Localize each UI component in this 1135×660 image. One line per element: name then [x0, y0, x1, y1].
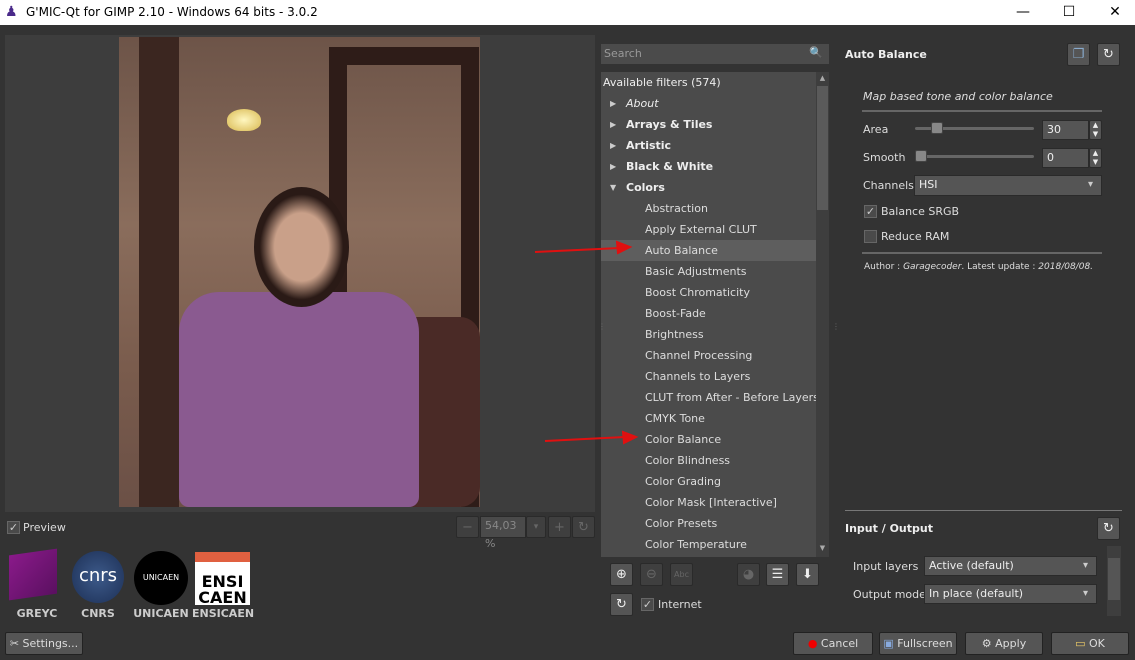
channels-select[interactable]: HSI	[914, 175, 1102, 196]
scroll-thumb[interactable]	[1108, 558, 1120, 600]
splitter-handle[interactable]: ⋮	[598, 322, 606, 331]
red-arrow	[534, 240, 633, 255]
reduce-ram-label: Reduce RAM	[881, 230, 950, 243]
channels-label: Channels	[863, 179, 914, 192]
visibility-list-button[interactable]: ☰	[766, 563, 789, 586]
gear-icon: ⚙	[981, 637, 992, 650]
reset-parameters-button[interactable]: ↻	[1097, 43, 1120, 66]
remove-favorite-button[interactable]: ⊖	[640, 563, 663, 586]
reduce-ram-checkbox[interactable]	[864, 230, 877, 243]
fullscreen-icon: ▣	[883, 637, 894, 650]
area-label: Area	[863, 123, 889, 136]
red-circle-icon: ●	[807, 637, 818, 650]
separator	[862, 252, 1102, 254]
smooth-slider[interactable]	[915, 155, 1034, 158]
refresh-filters-button[interactable]: ↻	[610, 593, 633, 616]
smooth-spinner[interactable]: ▲ ▼	[1089, 148, 1102, 168]
author-line: Author : Garagecoder. Latest update : 20…	[864, 262, 1094, 272]
area-spinner[interactable]: ▲ ▼	[1089, 120, 1102, 140]
splitter-handle[interactable]: ⋮	[832, 322, 840, 331]
input-layers-label: Input layers	[853, 560, 919, 573]
cancel-button[interactable]: ● Cancel	[793, 632, 873, 655]
filter-description: Map based tone and color balance	[863, 90, 1053, 103]
io-reset-button[interactable]: ↻	[1097, 517, 1120, 540]
smooth-slider-handle[interactable]	[915, 150, 927, 162]
rename-favorite-button[interactable]: Abc	[670, 563, 693, 586]
output-mode-label: Output mode	[853, 588, 926, 601]
input-layers-select[interactable]: Active (default)	[924, 556, 1097, 576]
expand-download-button[interactable]: ⬇	[796, 563, 819, 586]
monitor-icon: ▭	[1075, 637, 1086, 650]
area-slider-handle[interactable]	[931, 122, 944, 134]
filter-title: Auto Balance	[845, 48, 927, 61]
balance-srgb-label: Balance SRGB	[881, 205, 960, 218]
smooth-field[interactable]: 0	[1042, 148, 1089, 168]
red-arrow	[544, 430, 639, 445]
area-field[interactable]: 30	[1042, 120, 1089, 140]
output-mode-select[interactable]: In place (default)	[924, 584, 1097, 604]
separator	[845, 510, 1122, 511]
apply-button[interactable]: ⚙ Apply	[965, 632, 1043, 655]
add-favorite-button[interactable]: ⊕	[610, 563, 633, 586]
smooth-label: Smooth	[863, 151, 906, 164]
internet-label: Internet	[658, 598, 702, 611]
color-wheel-icon[interactable]: ◕	[737, 563, 760, 586]
separator	[862, 110, 1102, 112]
copy-to-clipboard-button[interactable]: ❐	[1067, 43, 1090, 66]
io-scrollbar[interactable]	[1107, 546, 1121, 616]
ok-button[interactable]: ▭ OK	[1051, 632, 1129, 655]
internet-checkbox[interactable]: ✓	[641, 598, 654, 611]
fullscreen-button[interactable]: ▣ Fullscreen	[879, 632, 957, 655]
io-title: Input / Output	[845, 522, 933, 535]
balance-srgb-checkbox[interactable]: ✓	[864, 205, 877, 218]
